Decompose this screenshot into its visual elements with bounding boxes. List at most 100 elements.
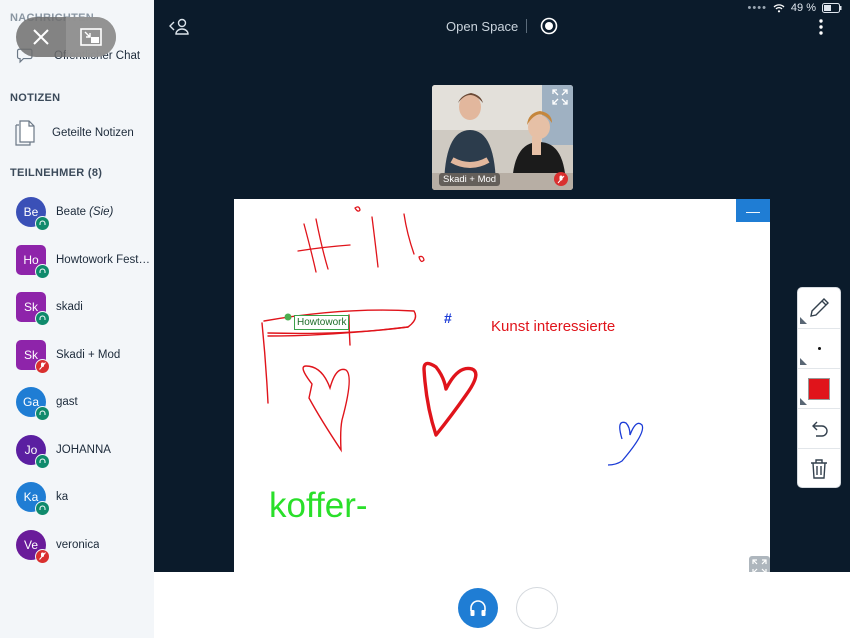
submenu-indicator — [800, 317, 807, 324]
headphones-icon — [35, 311, 50, 326]
close-icon — [33, 29, 49, 45]
avatar: Ve — [16, 529, 50, 564]
mic-muted-icon — [557, 175, 565, 183]
whiteboard-kunst-text: Kunst interessierte — [491, 318, 616, 335]
sidebar: NACHRICHTEN Öffentlicher Chat NOTIZEN Ge… — [0, 0, 154, 638]
marker-dot — [284, 313, 292, 321]
undo-button[interactable] — [798, 408, 840, 448]
participant-name: JOHANNA — [56, 444, 111, 456]
top-bar: Open Space •••• 49 % — [154, 0, 850, 52]
sidebar-item-shared-notes[interactable]: Geteilte Notizen — [0, 113, 154, 153]
color-swatch — [808, 377, 830, 400]
submenu-indicator — [800, 398, 807, 405]
room-title: Open Space — [446, 19, 519, 34]
participant-item[interactable]: Sk skadi — [0, 287, 154, 327]
participant-name: Howtowork Festi... — [56, 254, 150, 266]
avatar: Ga — [16, 387, 50, 421]
whiteboard-minimize-button[interactable]: — — [736, 199, 770, 222]
participant-item[interactable]: Jo JOHANNA — [0, 430, 154, 470]
avatar: Ho — [16, 244, 50, 279]
video-name-label: Skadi + Mod — [439, 173, 501, 186]
battery-percent: 49 % — [790, 2, 816, 14]
muted-badge — [554, 172, 568, 186]
video-tile[interactable]: Skadi + Mod — [432, 85, 573, 190]
signal-dots: •••• — [747, 2, 767, 14]
document-icon — [15, 120, 35, 146]
headphones-icon — [35, 216, 50, 231]
avatar: Sk — [16, 339, 50, 374]
battery-icon — [822, 3, 842, 13]
avatar-initials: Ka — [23, 490, 39, 504]
undo-icon — [812, 421, 828, 437]
thickness-button[interactable] — [798, 328, 840, 368]
whiteboard-note-label[interactable]: Howtowork — [294, 315, 350, 330]
participant-item[interactable]: Ve veronica — [0, 525, 154, 565]
wifi-icon — [773, 4, 785, 13]
participant-name-text: veronica — [56, 538, 100, 551]
color-button[interactable] — [798, 368, 840, 408]
more-vertical-icon[interactable] — [818, 18, 824, 36]
headphones-icon — [470, 600, 486, 616]
participant-name-text: JOHANNA — [56, 443, 111, 456]
avatar: Be — [16, 197, 50, 231]
avatar: Jo — [16, 434, 50, 469]
mic-muted-icon — [35, 358, 50, 374]
participant-name-text: ka — [56, 491, 69, 503]
headphones-icon — [35, 453, 50, 469]
close-button[interactable] — [16, 17, 66, 57]
hi-drawing — [297, 206, 425, 273]
participant-item[interactable]: Be Beate (Sie) — [0, 192, 154, 232]
participant-name: skadi — [56, 301, 83, 313]
heart-blue-drawing — [607, 421, 644, 466]
submenu-indicator — [800, 358, 807, 365]
pip-icon — [80, 28, 102, 46]
headphones-icon — [35, 406, 50, 421]
participant-name: Skadi + Mod — [56, 349, 120, 361]
whiteboard-hash-text: # — [444, 310, 452, 326]
shared-notes-label: Geteilte Notizen — [52, 127, 134, 139]
headphones-icon — [35, 263, 50, 279]
thickness-dot — [817, 347, 821, 350]
video-expand-button[interactable] — [551, 88, 569, 106]
divider — [526, 19, 527, 33]
record-icon[interactable] — [540, 17, 558, 35]
pip-controls — [16, 17, 116, 57]
participant-name: ka — [56, 491, 68, 503]
heart-thin-drawing — [302, 365, 350, 453]
participant-item[interactable]: Sk Skadi + Mod — [0, 335, 154, 375]
bottom-bar — [154, 572, 850, 638]
avatar-initials: Jo — [24, 442, 38, 457]
participant-name-text: gast — [56, 396, 78, 408]
avatar: Sk — [16, 292, 50, 326]
avatar-initials: Ve — [23, 537, 38, 552]
clear-button[interactable] — [798, 448, 840, 488]
avatar-initials: Sk — [23, 347, 38, 362]
participant-name: Beate (Sie) — [56, 206, 113, 218]
pencil-tool-button[interactable] — [798, 288, 840, 327]
audio-button[interactable] — [458, 588, 498, 628]
headphones-icon — [35, 501, 50, 516]
participant-item[interactable]: Ga gast — [0, 382, 154, 422]
participant-name-text: Skadi + Mod — [56, 348, 121, 361]
participant-name-text: Howtowork Festi... — [56, 253, 150, 266]
participant-item[interactable]: Ka ka — [0, 477, 154, 517]
participant-name: gast — [56, 396, 78, 408]
notes-header: NOTIZEN — [10, 92, 61, 104]
avatar-initials: Sk — [23, 300, 38, 314]
user-leave-icon[interactable] — [168, 17, 190, 35]
avatar-initials: Be — [23, 205, 39, 219]
participant-name-text: Beate — [56, 206, 87, 218]
mic-muted-icon — [35, 548, 50, 564]
participant-item[interactable]: Ho Howtowork Festi... — [0, 240, 154, 280]
participant-name: veronica — [56, 539, 99, 551]
trash-icon — [811, 458, 827, 479]
expand-icon — [552, 89, 568, 105]
heart-thick-drawing — [422, 361, 478, 437]
status-bar: •••• 49 % — [748, 2, 842, 14]
whiteboard-toolbar — [798, 288, 840, 487]
pip-button[interactable] — [66, 17, 116, 57]
camera-button[interactable] — [517, 588, 557, 628]
participants-header: TEILNEHMER (8) — [10, 167, 103, 179]
participant-you-tag: (Sie) — [89, 206, 114, 218]
avatar: Ka — [16, 482, 50, 516]
